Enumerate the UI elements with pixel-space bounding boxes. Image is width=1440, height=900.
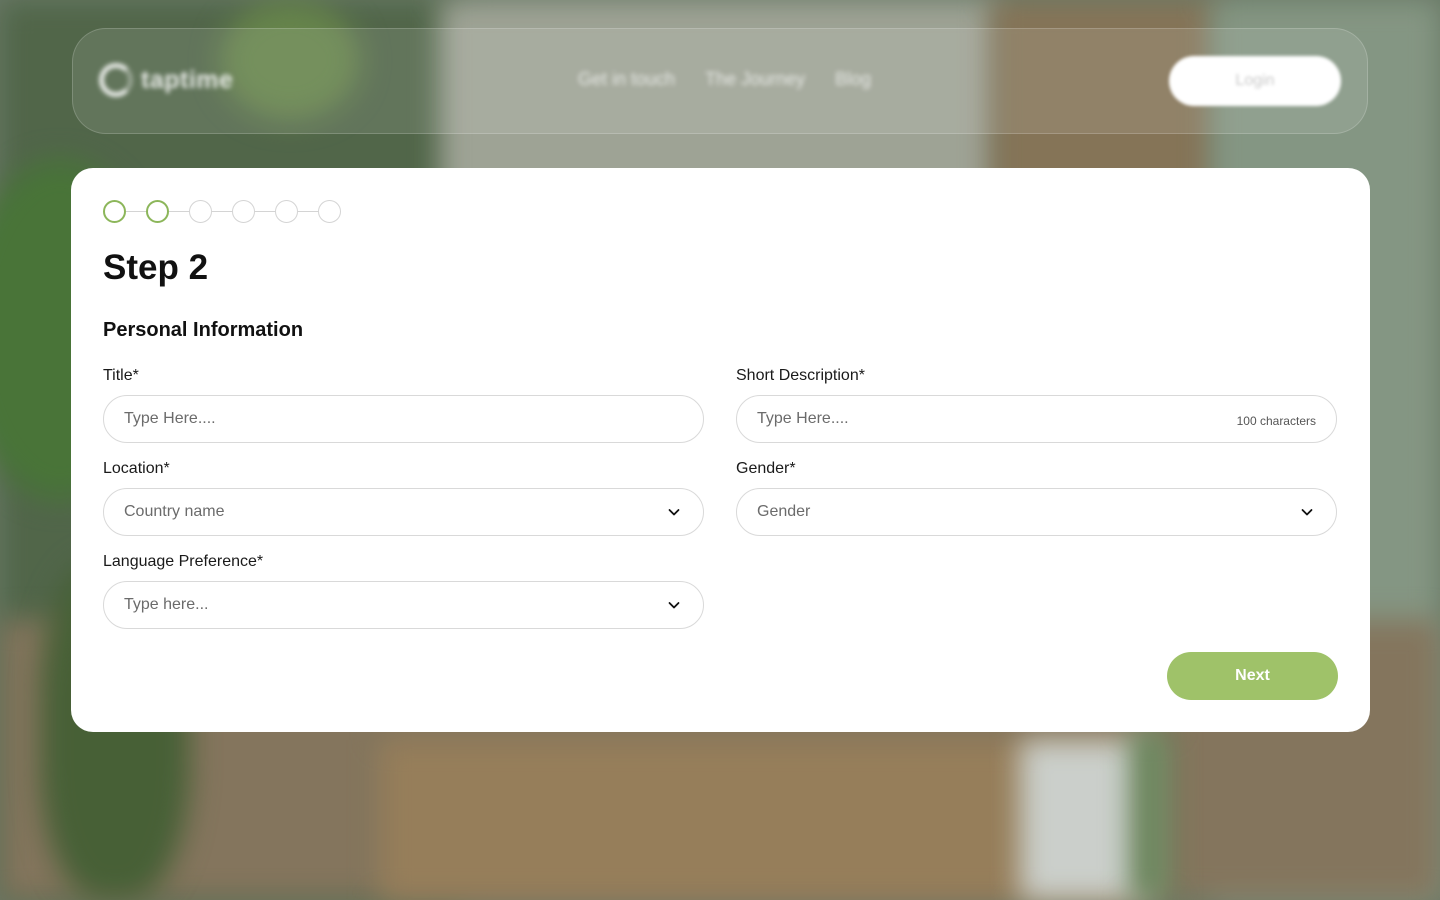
login-button[interactable]: Login bbox=[1169, 56, 1341, 106]
form-card: Step 2 Personal Information Title* Short… bbox=[71, 168, 1370, 732]
title-label: Title* bbox=[103, 367, 139, 384]
title-input[interactable] bbox=[124, 410, 683, 428]
short-description-input-wrapper: 100 characters bbox=[736, 395, 1337, 443]
chevron-down-icon bbox=[1300, 505, 1314, 519]
location-field-group: Location* Country name bbox=[103, 459, 704, 536]
step-indicator-2 bbox=[146, 200, 169, 223]
language-select-value: Type here... bbox=[124, 596, 209, 613]
short-description-input[interactable] bbox=[757, 410, 1225, 428]
nav-link-the-journey[interactable]: The Journey bbox=[705, 69, 805, 90]
gender-select[interactable]: Gender bbox=[736, 488, 1337, 536]
language-label: Language Preference* bbox=[103, 553, 264, 570]
brand-name: taptime bbox=[141, 65, 234, 94]
step-connector bbox=[212, 211, 232, 212]
language-field-group: Language Preference* Type here... bbox=[103, 552, 704, 629]
gender-select-value: Gender bbox=[757, 503, 811, 520]
step-connector bbox=[298, 211, 318, 212]
nav-link-get-in-touch[interactable]: Get in touch bbox=[578, 69, 675, 90]
site-header: taptime Get in touch The Journey Blog Lo… bbox=[72, 28, 1368, 134]
step-indicator-6 bbox=[318, 200, 341, 223]
character-limit-hint: 100 characters bbox=[1236, 414, 1316, 428]
step-connector bbox=[255, 211, 275, 212]
step-indicator-5 bbox=[275, 200, 298, 223]
logo-icon bbox=[99, 63, 133, 97]
gender-field-group: Gender* Gender bbox=[736, 459, 1337, 536]
location-select[interactable]: Country name bbox=[103, 488, 704, 536]
step-connector bbox=[169, 211, 189, 212]
chevron-down-icon bbox=[667, 598, 681, 612]
chevron-down-icon bbox=[667, 505, 681, 519]
short-description-label: Short Description* bbox=[736, 367, 865, 384]
step-indicator-4 bbox=[232, 200, 255, 223]
progress-stepper bbox=[103, 200, 341, 223]
step-indicator-3 bbox=[189, 200, 212, 223]
location-label: Location* bbox=[103, 460, 170, 477]
section-title: Personal Information bbox=[103, 319, 304, 341]
next-button[interactable]: Next bbox=[1167, 652, 1338, 700]
short-description-field-group: Short Description* 100 characters bbox=[736, 366, 1337, 443]
step-indicator-1 bbox=[103, 200, 126, 223]
gender-label: Gender* bbox=[736, 460, 796, 477]
main-nav: Get in touch The Journey Blog bbox=[578, 69, 871, 90]
language-select[interactable]: Type here... bbox=[103, 581, 704, 629]
title-input-wrapper bbox=[103, 395, 704, 443]
title-field-group: Title* bbox=[103, 366, 704, 443]
location-select-value: Country name bbox=[124, 503, 225, 520]
step-connector bbox=[126, 211, 146, 212]
brand-logo[interactable]: taptime bbox=[99, 63, 233, 97]
nav-link-blog[interactable]: Blog bbox=[835, 69, 871, 90]
step-title: Step 2 bbox=[103, 248, 209, 287]
